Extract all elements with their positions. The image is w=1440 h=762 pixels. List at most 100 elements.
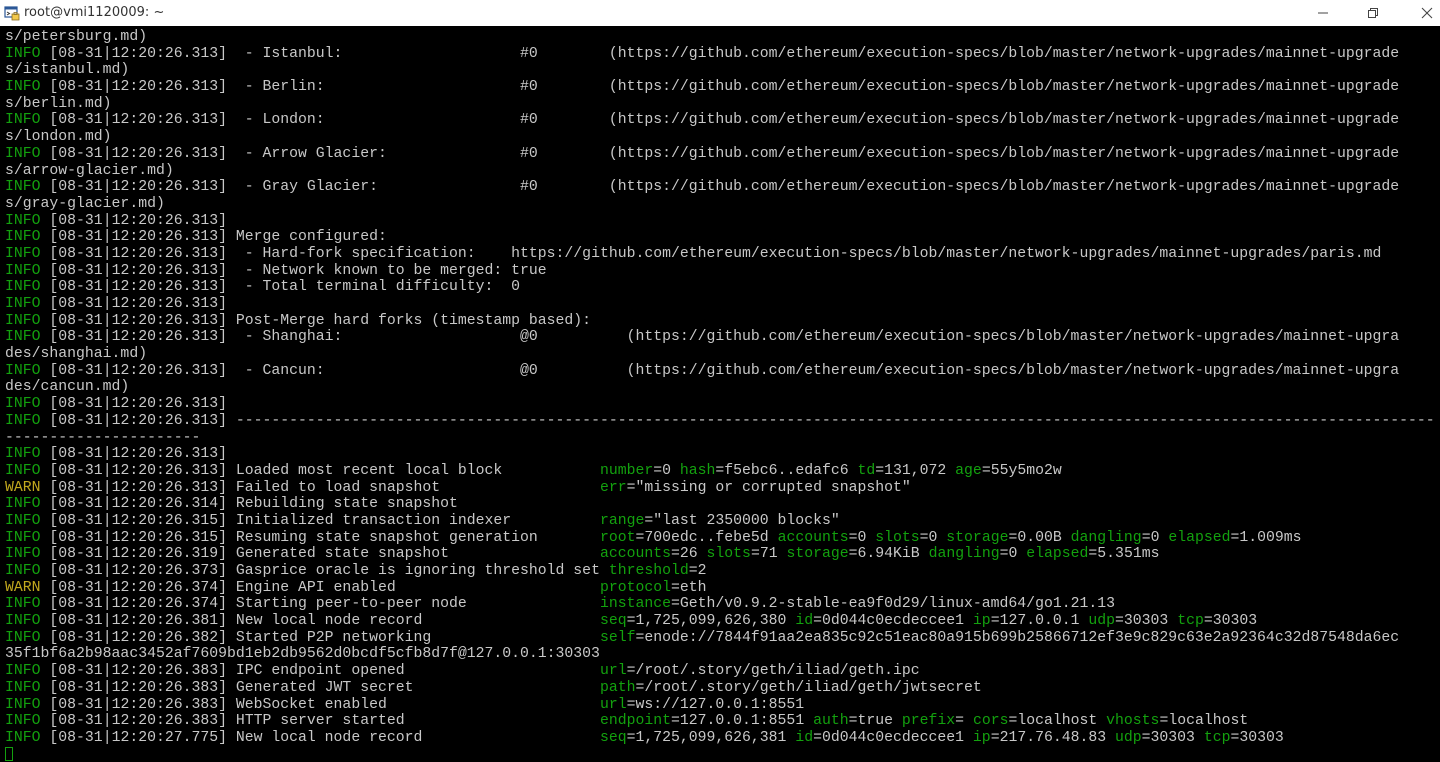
prompt-line[interactable] (5, 746, 1435, 762)
terminal-line: INFO [08-31|12:20:26.313] (5, 213, 1435, 230)
field-key: seq (599, 613, 627, 630)
field-key: td (857, 462, 876, 479)
line-text: ="missing or corrupted snapshot" (626, 479, 911, 496)
terminal-line: INFO [08-31|12:20:26.315] Resuming state… (5, 530, 1435, 547)
field-key: dangling (1070, 529, 1142, 546)
field-key: url (599, 663, 627, 680)
terminal-line: INFO [08-31|12:20:26.313] - Network know… (5, 263, 1435, 280)
line-text: =1,725,099,626,380 (626, 613, 796, 630)
field-key: id (795, 729, 814, 746)
line-text: =eth (671, 579, 707, 596)
line-text: =ws://127.0.0.1:8551 (626, 696, 805, 713)
line-text: =0 (999, 546, 1027, 563)
field-key: dangling (928, 546, 1000, 563)
log-level: INFO (5, 362, 41, 379)
line-text: [08-31|12:20:26.383] IPC endpoint opened (40, 663, 600, 680)
line-text: [08-31|12:20:26.313] (40, 212, 228, 229)
line-text: =0 (653, 462, 680, 479)
terminal-line: WARN [08-31|12:20:26.313] Failed to load… (5, 480, 1435, 497)
close-button[interactable] (1404, 0, 1440, 26)
log-level: INFO (5, 613, 41, 630)
terminal-line: INFO [08-31|12:20:26.313] Post-Merge har… (5, 313, 1435, 330)
line-text: =26 (671, 546, 707, 563)
field-key: slots (706, 546, 751, 563)
minimize-button[interactable] (1300, 0, 1346, 26)
line-text: [08-31|12:20:26.383] WebSocket enabled (40, 696, 600, 713)
line-text: =0 (919, 529, 947, 546)
line-text: =30303 (1141, 729, 1204, 746)
terminal-output-area[interactable]: s/petersburg.md) INFO [08-31|12:20:26.313… (0, 26, 1440, 762)
terminal-lines: s/petersburg.md) INFO [08-31|12:20:26.313… (5, 29, 1435, 762)
log-level: INFO (5, 79, 41, 96)
terminal-line: INFO [08-31|12:20:26.313] (5, 296, 1435, 313)
terminal-line: INFO [08-31|12:20:26.382] Started P2P ne… (5, 630, 1435, 647)
line-text: s/istanbul.md) (5, 62, 130, 79)
field-key: age (955, 462, 982, 479)
line-text: [08-31|12:20:26.313] - Total terminal di… (40, 279, 521, 296)
log-level: INFO (5, 179, 41, 196)
field-key: auth (813, 713, 849, 730)
title-bar: root@vmi1120009: ~ (0, 0, 1440, 26)
line-text: [08-31|12:20:26.313] - Shanghai: @0 (htt… (40, 329, 1400, 346)
field-key: protocol (599, 579, 671, 596)
log-level: INFO (5, 112, 41, 129)
terminal-line: INFO [08-31|12:20:26.383] HTTP server st… (5, 713, 1435, 730)
line-text: =/root/.story/geth/iliad/geth/jwtsecret (635, 679, 982, 696)
terminal-line: INFO [08-31|12:20:26.313] - Hard-fork sp… (5, 246, 1435, 263)
line-text: =30303 (1230, 729, 1284, 746)
terminal-app-icon[interactable] (4, 5, 20, 21)
terminal-line: INFO [08-31|12:20:26.313] --------------… (5, 413, 1435, 430)
line-text: =127.0.0.1:8551 (671, 713, 814, 730)
line-text: [08-31|12:20:26.315] Resuming state snap… (40, 529, 600, 546)
line-text: [08-31|12:20:26.313] -------------------… (40, 412, 1435, 429)
terminal-line: INFO [08-31|12:20:26.373] Gasprice oracl… (5, 563, 1435, 580)
terminal-line: INFO [08-31|12:20:26.313] - Istanbul: #0… (5, 46, 1435, 63)
maximize-button[interactable] (1350, 0, 1396, 26)
line-text: =5.351ms (1088, 546, 1160, 563)
field-key: number (599, 462, 654, 479)
log-level: INFO (5, 529, 41, 546)
line-text: =30303 (1115, 613, 1178, 630)
line-text: [08-31|12:20:27.775] New local node reco… (40, 729, 600, 746)
line-text: s/gray-glacier.md) (5, 195, 165, 212)
field-key: storage (946, 529, 1009, 546)
line-text: =localhost (1008, 713, 1107, 730)
terminal-line: INFO [08-31|12:20:26.319] Generated stat… (5, 546, 1435, 563)
log-level: INFO (5, 145, 41, 162)
field-key: ip (972, 729, 991, 746)
line-text: [08-31|12:20:26.382] Started P2P network… (40, 629, 600, 646)
log-level: INFO (5, 229, 41, 246)
log-level: WARN (5, 579, 41, 596)
terminal-line: INFO [08-31|12:20:26.383] Generated JWT … (5, 680, 1435, 697)
line-text: [08-31|12:20:26.374] Starting peer-to-pe… (40, 596, 600, 613)
field-key: self (599, 629, 636, 646)
line-text: =Geth/v0.9.2-stable-ea9f0d29/linux-amd64… (671, 596, 1115, 613)
line-text: des/shanghai.md) (5, 346, 148, 363)
log-level: INFO (5, 713, 41, 730)
field-key: range (599, 512, 645, 529)
line-text: [08-31|12:20:26.313] (40, 446, 228, 463)
terminal-line: INFO [08-31|12:20:26.313] - London: #0 (… (5, 112, 1435, 129)
log-level: INFO (5, 312, 41, 329)
line-text: [08-31|12:20:26.313] Post-Merge hard for… (40, 312, 592, 329)
terminal-line: INFO [08-31|12:20:26.313] - Cancun: @0 (… (5, 363, 1435, 380)
log-level: INFO (5, 45, 41, 62)
line-text: =71 (750, 546, 787, 563)
log-level: INFO (5, 412, 41, 429)
line-text: [08-31|12:20:26.313] - Gray Glacier: #0 … (40, 179, 1400, 196)
line-text: =/root/.story/geth/iliad/geth.ipc (626, 663, 920, 680)
line-text: = (955, 713, 973, 730)
line-text: =0d044c0ecdeccee1 (813, 729, 973, 746)
log-level: INFO (5, 512, 41, 529)
line-text: [08-31|12:20:26.315] Initialized transac… (40, 512, 600, 529)
line-text: =f5ebc6..edafc6 (715, 462, 858, 479)
line-text: [08-31|12:20:26.319] Generated state sna… (40, 546, 600, 563)
terminal-line: INFO [08-31|12:20:26.313] - Total termin… (5, 279, 1435, 296)
terminal-line: INFO [08-31|12:20:26.374] Starting peer-… (5, 596, 1435, 613)
log-level: INFO (5, 462, 41, 479)
log-level: INFO (5, 396, 41, 413)
terminal-line: s/petersburg.md) (5, 29, 1435, 46)
field-key: root (599, 529, 636, 546)
terminal-line: INFO [08-31|12:20:26.383] WebSocket enab… (5, 697, 1435, 714)
field-key: id (795, 613, 814, 630)
